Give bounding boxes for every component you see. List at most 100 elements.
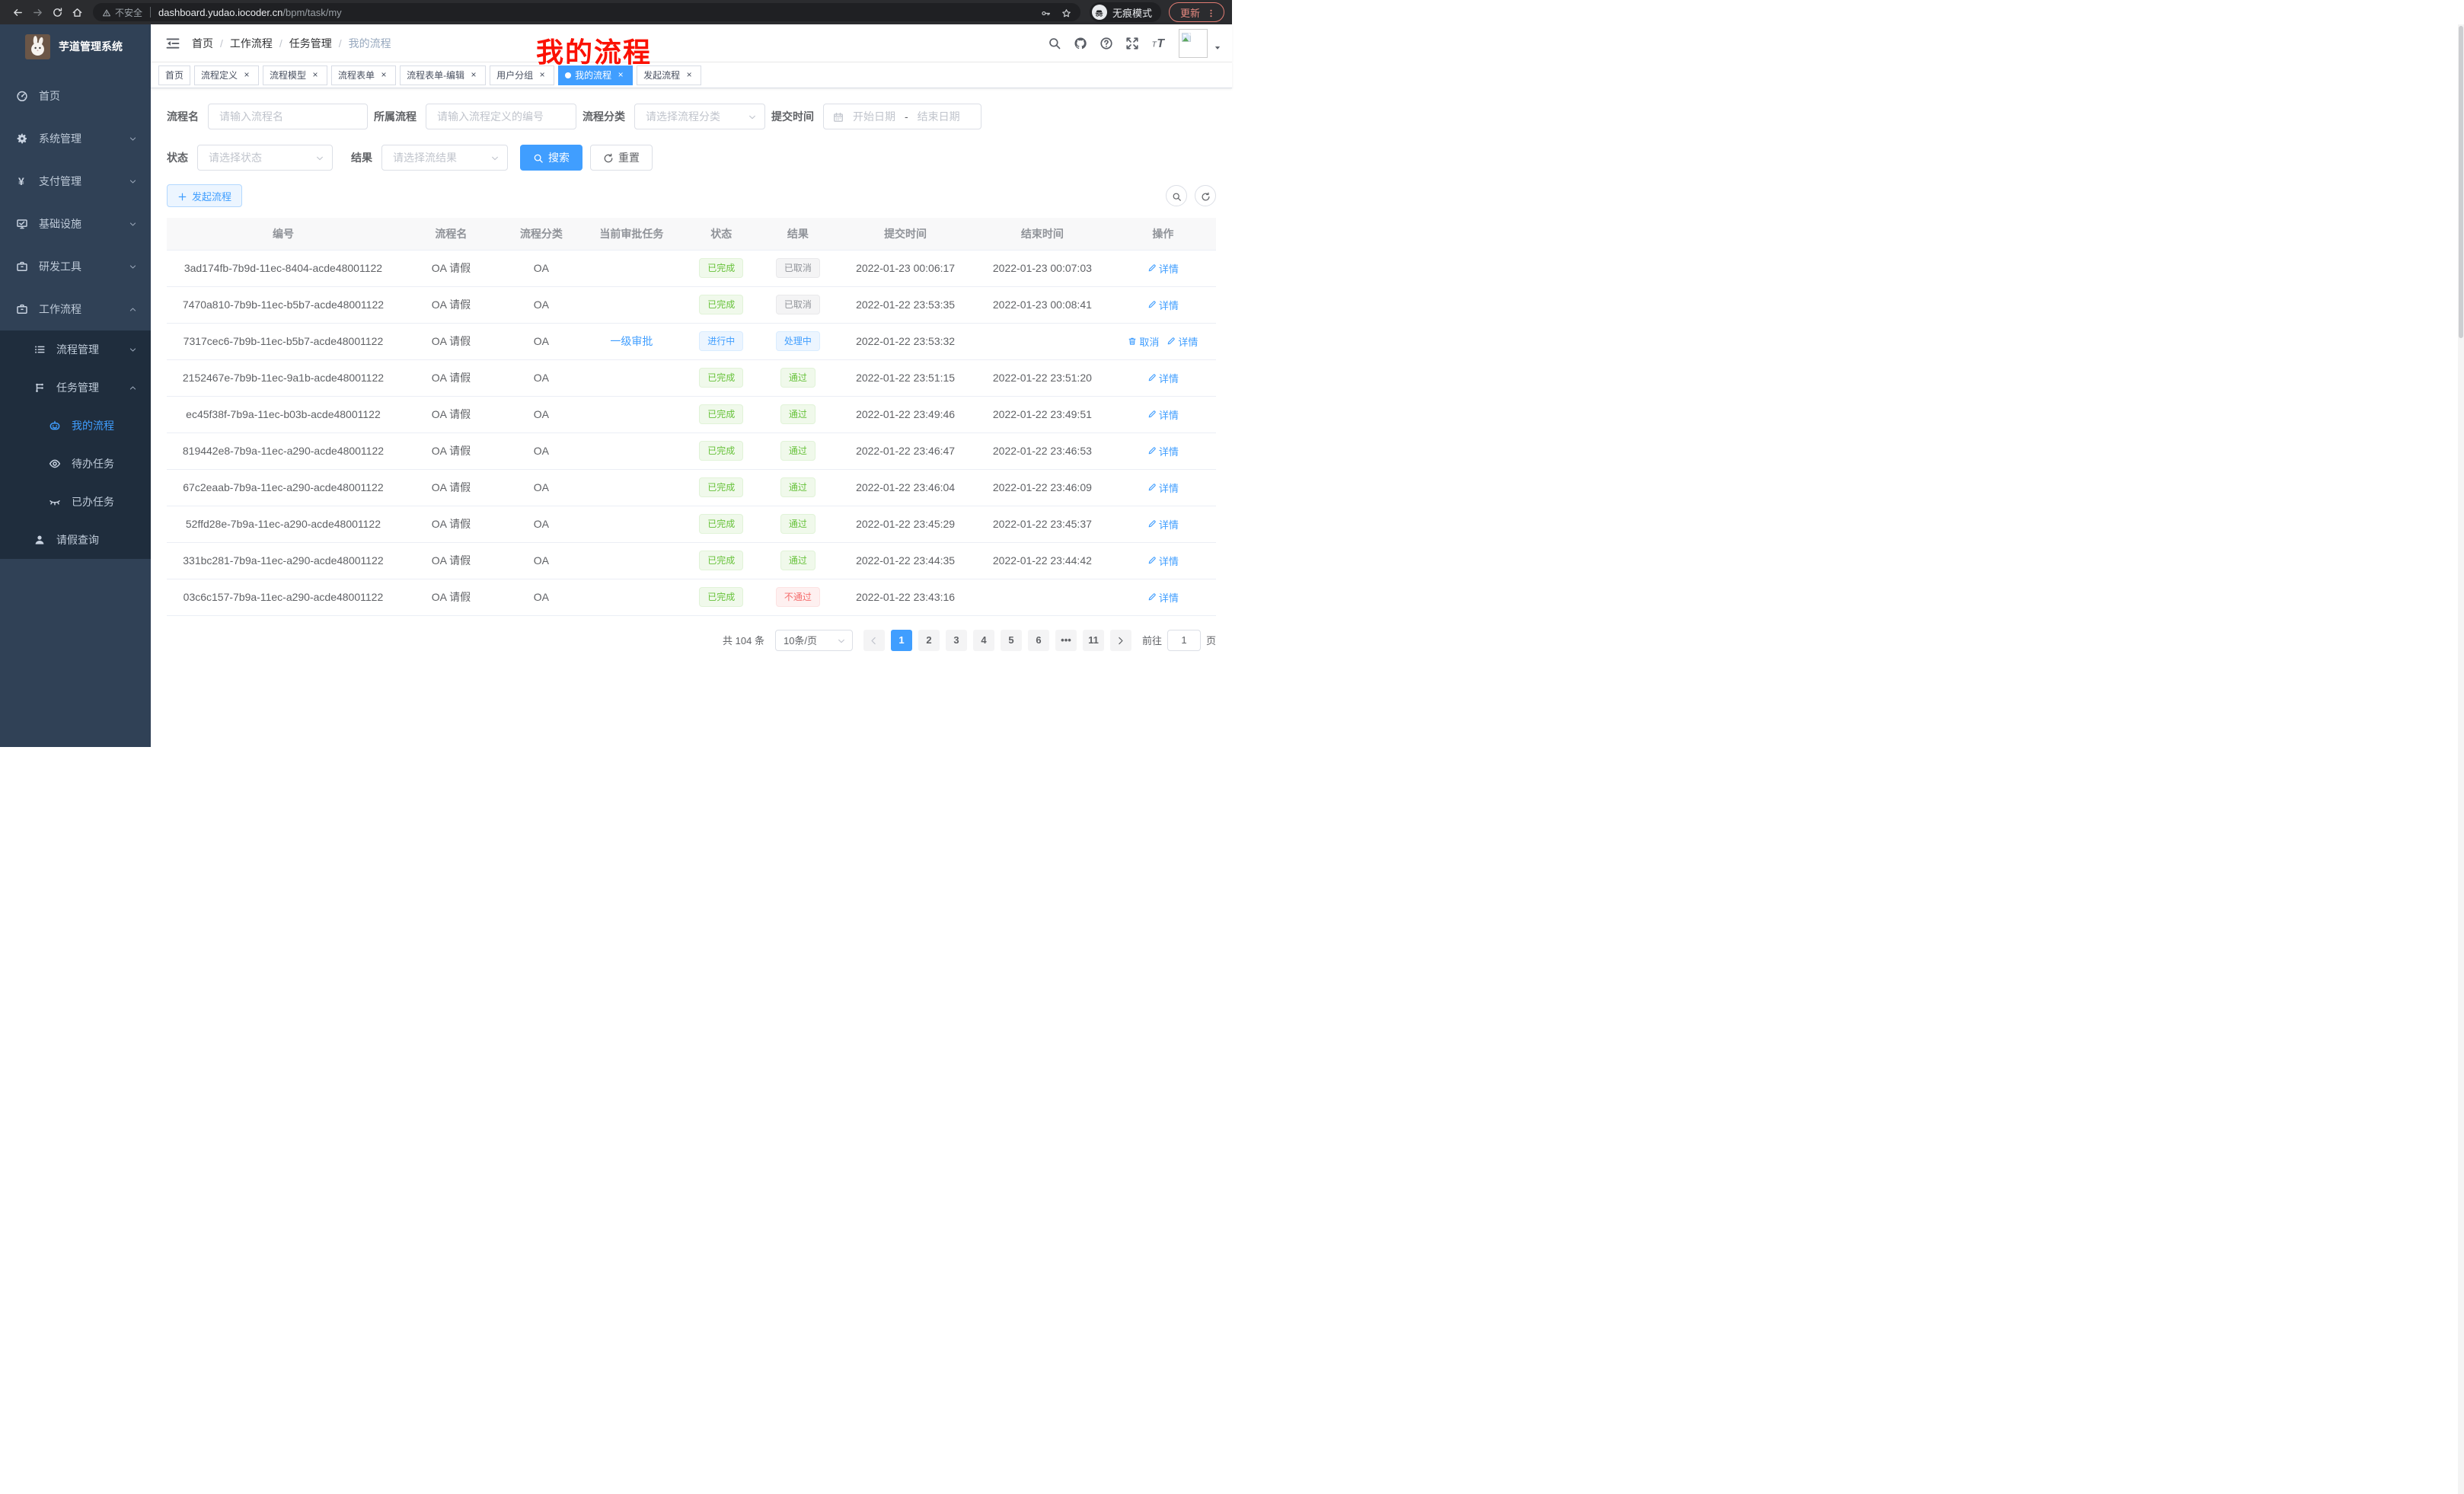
goto-page-input[interactable] <box>1167 630 1201 651</box>
detail-link[interactable]: 详情 <box>1147 590 1179 605</box>
sidebar-item-label: 研发工具 <box>39 259 129 274</box>
page-button-2[interactable]: 2 <box>918 630 940 651</box>
browser-menu-icon[interactable] <box>1206 6 1216 18</box>
detail-link[interactable]: 详情 <box>1147 444 1179 458</box>
github-link[interactable] <box>1068 30 1093 56</box>
page-ellipsis[interactable]: ••• <box>1055 630 1077 651</box>
process-def-input[interactable] <box>426 104 576 129</box>
cancel-link[interactable]: 取消 <box>1128 334 1159 349</box>
browser-update-button[interactable]: 更新 <box>1169 2 1224 22</box>
active-tab-dot <box>565 72 571 78</box>
submit-time-range-picker[interactable]: 开始日期 - 结束日期 <box>823 104 981 129</box>
tab-流程模型[interactable]: 流程模型× <box>263 65 327 85</box>
cell-current-task: 一级审批 <box>580 323 683 359</box>
show-search-button[interactable] <box>1166 185 1187 206</box>
tab-close-icon[interactable]: × <box>615 70 626 81</box>
breadcrumb-item[interactable]: 首页 <box>192 36 213 51</box>
browser-reload-button[interactable] <box>47 2 67 22</box>
detail-link[interactable]: 详情 <box>1147 298 1179 312</box>
address-bar[interactable]: 不安全 dashboard.yudao.iocoder.cn/bpm/task/… <box>93 3 1080 21</box>
page-button-1[interactable]: 1 <box>891 630 912 651</box>
result-label: 结果 <box>351 150 381 165</box>
prev-page-button[interactable] <box>863 630 885 651</box>
detail-link[interactable]: 详情 <box>1167 334 1198 349</box>
column-header: 结果 <box>760 218 837 250</box>
tab-流程表单-编辑[interactable]: 流程表单-编辑× <box>400 65 486 85</box>
tab-close-icon[interactable]: × <box>241 70 252 81</box>
page-button-5[interactable]: 5 <box>1001 630 1022 651</box>
sidebar-item-payment[interactable]: ¥ 支付管理 <box>0 160 151 203</box>
tab-close-icon[interactable]: × <box>378 70 389 81</box>
sidebar-item-leave-query[interactable]: 请假查询 <box>0 521 151 559</box>
app-logo[interactable]: 芋道管理系统 <box>0 24 151 69</box>
avatar-dropdown[interactable] <box>1214 44 1221 53</box>
sidebar-item-my-process[interactable]: 我的流程 <box>0 407 151 445</box>
sidebar-item-task-management[interactable]: 任务管理 <box>0 369 151 407</box>
tab-首页[interactable]: 首页 <box>158 65 190 85</box>
help-button[interactable] <box>1093 30 1119 56</box>
font-size-button[interactable]: TT <box>1145 30 1171 56</box>
page-button-6[interactable]: 6 <box>1028 630 1049 651</box>
tab-流程定义[interactable]: 流程定义× <box>194 65 259 85</box>
cell-submit-time: 2022-01-22 23:51:15 <box>836 359 975 396</box>
window-scrollbar[interactable] <box>2458 24 2464 1494</box>
tab-close-icon[interactable]: × <box>468 70 479 81</box>
security-indicator[interactable]: 不安全 <box>102 6 142 19</box>
refresh-table-button[interactable] <box>1195 185 1216 206</box>
tab-流程表单[interactable]: 流程表单× <box>331 65 396 85</box>
create-process-button[interactable]: 发起流程 <box>167 184 242 207</box>
sidebar-item-home[interactable]: 首页 <box>0 75 151 117</box>
sidebar-item-workflow[interactable]: 工作流程 <box>0 288 151 330</box>
detail-link[interactable]: 详情 <box>1147 554 1179 568</box>
breadcrumb-item[interactable]: 工作流程 <box>230 36 273 51</box>
next-page-button[interactable] <box>1110 630 1131 651</box>
browser-forward-button[interactable] <box>27 2 47 22</box>
tab-close-icon[interactable]: × <box>537 70 547 81</box>
eye-icon <box>49 458 61 470</box>
password-key-icon[interactable] <box>1041 6 1051 18</box>
fullscreen-button[interactable] <box>1119 30 1145 56</box>
page-button-3[interactable]: 3 <box>946 630 967 651</box>
sidebar-item-todo-tasks[interactable]: 待办任务 <box>0 445 151 483</box>
detail-link[interactable]: 详情 <box>1147 261 1179 276</box>
url-host: dashboard.yudao.iocoder.cn <box>158 7 282 18</box>
tab-close-icon[interactable]: × <box>684 70 694 81</box>
avatar[interactable] <box>1179 29 1208 58</box>
browser-toolbar: 不安全 dashboard.yudao.iocoder.cn/bpm/task/… <box>0 0 1232 24</box>
page-button-4[interactable]: 4 <box>973 630 994 651</box>
page-size-select[interactable]: 10条/页 <box>775 630 853 651</box>
sidebar-item-process-management[interactable]: 流程管理 <box>0 330 151 369</box>
browser-back-button[interactable] <box>8 2 27 22</box>
detail-link[interactable]: 详情 <box>1147 517 1179 532</box>
status-select[interactable]: 请选择状态 <box>197 145 333 171</box>
sidebar-item-system[interactable]: 系统管理 <box>0 117 151 160</box>
total-count-label: 共 104 条 <box>723 633 764 647</box>
detail-link[interactable]: 详情 <box>1147 480 1179 495</box>
detail-link[interactable]: 详情 <box>1147 407 1179 422</box>
breadcrumb-item[interactable]: 任务管理 <box>289 36 332 51</box>
sidebar-item-label: 待办任务 <box>72 456 151 471</box>
reset-button[interactable]: 重置 <box>590 145 653 171</box>
header-search-button[interactable] <box>1042 30 1068 56</box>
sidebar-toggle-button[interactable] <box>161 32 184 55</box>
category-select[interactable]: 请选择流程分类 <box>634 104 765 129</box>
search-button[interactable]: 搜索 <box>520 145 582 171</box>
eye-closed-icon <box>49 496 61 508</box>
cell-actions: 取消详情 <box>1110 323 1216 359</box>
process-name-input[interactable] <box>208 104 368 129</box>
result-select[interactable]: 请选择流结果 <box>381 145 508 171</box>
browser-home-button[interactable] <box>67 2 87 22</box>
detail-link[interactable]: 详情 <box>1147 371 1179 385</box>
sidebar-item-done-tasks[interactable]: 已办任务 <box>0 483 151 521</box>
sidebar-item-infra[interactable]: 基础设施 <box>0 203 151 245</box>
cell-submit-time: 2022-01-23 00:06:17 <box>836 250 975 286</box>
scrollbar-thumb[interactable] <box>2459 26 2463 338</box>
page-button-11[interactable]: 11 <box>1083 630 1104 651</box>
task-link[interactable]: 一级审批 <box>610 335 653 347</box>
result-badge: 通过 <box>780 514 815 534</box>
bookmark-star-icon[interactable] <box>1061 6 1071 18</box>
sidebar-item-devtools[interactable]: 研发工具 <box>0 245 151 288</box>
tab-close-icon[interactable]: × <box>310 70 321 81</box>
pagination: 共 104 条 10条/页 123456•••11 前往 页 <box>167 630 1216 651</box>
cell-id: 3ad174fb-7b9d-11ec-8404-acde48001122 <box>167 250 400 286</box>
